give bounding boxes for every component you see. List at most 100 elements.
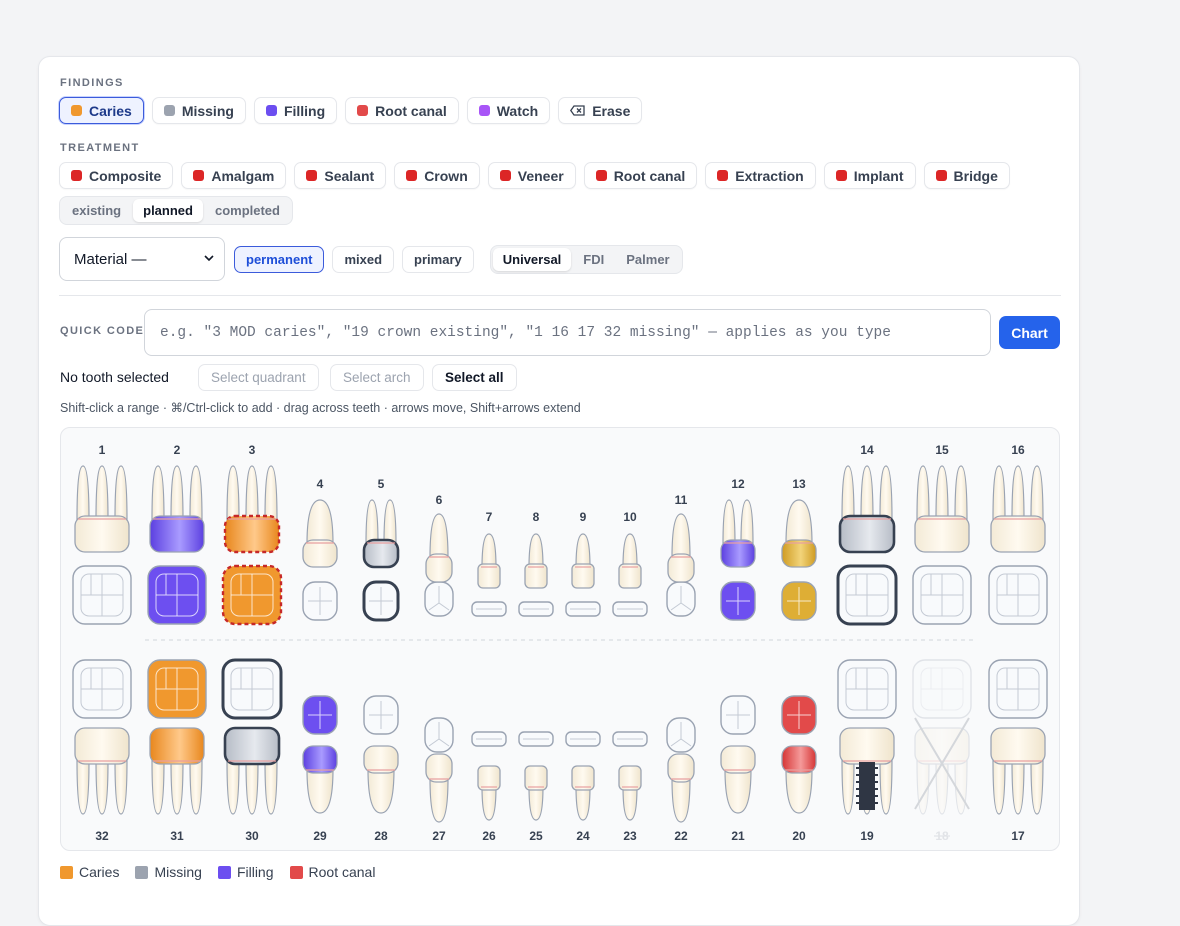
tooth-number: 21 [731,829,745,843]
finding-watch-chip[interactable]: Watch [466,97,551,124]
tooth-number: 22 [674,829,688,843]
tooth-26[interactable]: 26 [471,731,507,843]
tooth-number: 25 [529,829,543,843]
status-row: existing planned completed [59,196,293,225]
finding-filling-chip[interactable]: Filling [253,97,338,124]
treatment-implant-chip[interactable]: Implant [823,162,916,189]
tooth-14[interactable]: 14 [836,443,898,626]
tooth-31[interactable]: 31 [147,659,207,843]
tooth-8[interactable]: 8 [518,510,554,617]
tooth-29[interactable]: 29 [302,695,338,843]
legend-label: Missing [154,864,202,880]
legend-item-root-canal: Root canal [289,864,375,880]
tooth-number: 14 [860,443,874,457]
tooth-3[interactable]: 3 [221,443,283,626]
tooth-11[interactable]: 11 [666,493,696,617]
chip-label: Erase [592,102,631,119]
select-arch-button[interactable]: Select arch [330,364,424,391]
dentition-primary[interactable]: primary [402,246,474,273]
tooth-24[interactable]: 24 [565,731,601,843]
tooth-1[interactable]: 1 [72,443,132,625]
tooth-4[interactable]: 4 [302,477,338,621]
chip-label: Implant [853,167,904,184]
tooth-10[interactable]: 10 [612,510,648,617]
chart-button[interactable]: Chart [999,316,1060,349]
tooth-19[interactable]: 19 [837,659,897,843]
tooth-15[interactable]: 15 [912,443,972,625]
status-completed[interactable]: completed [205,199,290,222]
finding-missing-chip[interactable]: Missing [151,97,246,124]
quick-code-input[interactable] [144,309,991,356]
chip-label: Watch [496,102,539,119]
finding-caries-chip[interactable]: Caries [59,97,144,124]
dentition-permanent[interactable]: permanent [234,246,325,273]
tooth-number: 10 [623,510,637,524]
tooth-16[interactable]: 16 [988,443,1048,625]
filling-swatch [217,865,231,879]
tooth-number: 15 [935,443,949,457]
tooth-number: 32 [95,829,109,843]
tooth-number: 28 [374,829,388,843]
tooth-18[interactable]: 18 [912,659,972,843]
tooth-number: 23 [623,829,637,843]
tooth-13[interactable]: 13 [781,477,817,621]
divider [59,295,1061,296]
tooth-number: 8 [533,510,540,524]
erase-chip[interactable]: Erase [558,97,643,124]
treatment-swatch [835,170,847,181]
dentition-mixed[interactable]: mixed [332,246,395,273]
tooth-chart: 1 2 3 4 5 6 7 8 9 10 11 12 13 14 15 16 32 31 30 29 28 27 26 25 2… [60,427,1060,851]
tooth-25[interactable]: 25 [518,731,554,843]
numbering-toggle: Universal FDI Palmer [489,245,683,274]
numbering-palmer[interactable]: Palmer [616,248,679,271]
chevron-down-icon [204,255,214,262]
select-all-button[interactable]: Select all [432,364,517,391]
eraser-icon [570,105,585,116]
tooth-28[interactable]: 28 [363,695,399,843]
tooth-2[interactable]: 2 [147,443,207,625]
finding-root-canal-chip[interactable]: Root canal [345,97,459,124]
chip-label: Bridge [953,167,998,184]
tooth-21[interactable]: 21 [720,695,756,843]
tooth-chart-svg: 1 2 34 567 8 9 101112 1314 15 1632 31 30 29 28 27 26 25 2… [72,443,1048,843]
select-quadrant-button[interactable]: Select quadrant [198,364,319,391]
treatment-amalgam-chip[interactable]: Amalgam [181,162,287,189]
missing-swatch [135,865,149,879]
treatment-bridge-chip[interactable]: Bridge [923,162,1010,189]
tooth-6[interactable]: 6 [424,493,454,617]
status-existing[interactable]: existing [62,199,131,222]
tooth-number: 30 [245,829,259,843]
chip-label: Root canal [613,167,686,184]
treatment-sealant-chip[interactable]: Sealant [294,162,387,189]
treatment-crown-chip[interactable]: Crown [394,162,480,189]
numbering-fdi[interactable]: FDI [573,248,614,271]
tooth-7[interactable]: 7 [471,510,507,617]
tooth-27[interactable]: 27 [424,717,454,843]
tooth-32[interactable]: 32 [72,659,132,843]
chip-label: Filling [283,102,326,119]
tooth-23[interactable]: 23 [612,731,648,843]
tooth-30[interactable]: 30 [221,658,283,843]
treatment-extraction-chip[interactable]: Extraction [705,162,816,189]
tooth-12[interactable]: 12 [720,477,756,621]
treatment-label: TREATMENT [60,142,140,154]
treatment-root-canal-chip[interactable]: Root canal [583,162,698,189]
caries-swatch [60,865,73,879]
tooth-22[interactable]: 22 [666,717,696,843]
tooth-5[interactable]: 5 [362,477,400,622]
chip-label: Missing [181,102,234,119]
tooth-20[interactable]: 20 [781,695,817,843]
treatment-status-toggle: existing planned completed [59,196,293,225]
tooth-17[interactable]: 17 [988,659,1048,843]
tooth-number: 31 [170,829,184,843]
tooth-number: 13 [792,477,806,491]
tooth-number: 1 [99,443,106,457]
numbering-universal[interactable]: Universal [492,248,572,271]
treatment-composite-chip[interactable]: Composite [59,162,174,189]
tooth-9[interactable]: 9 [565,510,601,617]
status-planned[interactable]: planned [133,199,203,222]
treatment-veneer-chip[interactable]: Veneer [487,162,576,189]
chip-label: Amalgam [211,167,275,184]
material-select[interactable]: Material — [59,237,225,281]
chip-label: Extraction [735,167,804,184]
